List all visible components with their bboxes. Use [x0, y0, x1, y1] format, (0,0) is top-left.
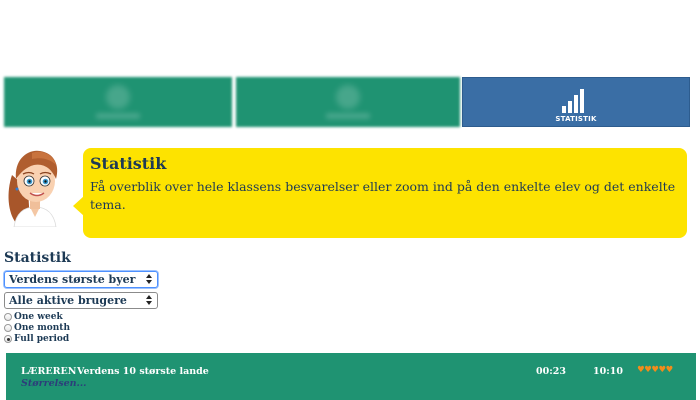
radio-button-checked[interactable] — [4, 335, 12, 343]
teacher-avatar — [8, 150, 58, 227]
home-icon — [106, 85, 130, 109]
topic-select[interactable]: Verdens største byer — [4, 271, 158, 288]
bar-chart-icon — [562, 85, 590, 113]
guide-text: Få overblik over hele klassens besvarels… — [90, 179, 676, 212]
radio-label: Full period — [14, 334, 70, 344]
result-time-2: 10:10 — [593, 366, 623, 377]
nav-tabs: STATISTIK — [4, 77, 690, 127]
tab-statistik[interactable]: STATISTIK — [462, 77, 690, 127]
tab-home-label — [96, 113, 140, 119]
result-name: Verdens 10 største lande — [77, 366, 209, 377]
result-row[interactable]: LÆREREN Verdens 10 største lande Størrel… — [6, 353, 696, 400]
tab-home[interactable] — [4, 77, 232, 127]
select-arrows-icon — [146, 295, 153, 306]
radio-label: One week — [14, 312, 63, 322]
select-arrows-icon — [146, 274, 153, 285]
radio-button[interactable] — [4, 313, 12, 321]
result-subtitle: Størrelsen... — [21, 378, 87, 389]
hearts-rating-icon: ♥♥♥♥♥ — [637, 365, 673, 375]
result-role: LÆREREN — [21, 366, 77, 377]
tab-statistik-label: STATISTIK — [555, 115, 597, 123]
tab-globe[interactable] — [236, 77, 460, 127]
radio-button[interactable] — [4, 324, 12, 332]
result-time-1: 00:23 — [536, 366, 566, 377]
user-select[interactable]: Alle aktive brugere — [4, 292, 158, 309]
section-title: Statistik — [4, 250, 71, 266]
tab-globe-label — [326, 113, 370, 119]
guide-speech-bubble: Statistik Få overblik over hele klassens… — [83, 148, 687, 238]
topic-select-value: Verdens største byer — [9, 273, 136, 286]
globe-icon — [336, 85, 360, 109]
user-select-value: Alle aktive brugere — [9, 294, 127, 307]
guide-title: Statistik — [90, 154, 167, 173]
radio-label: One month — [14, 323, 71, 333]
